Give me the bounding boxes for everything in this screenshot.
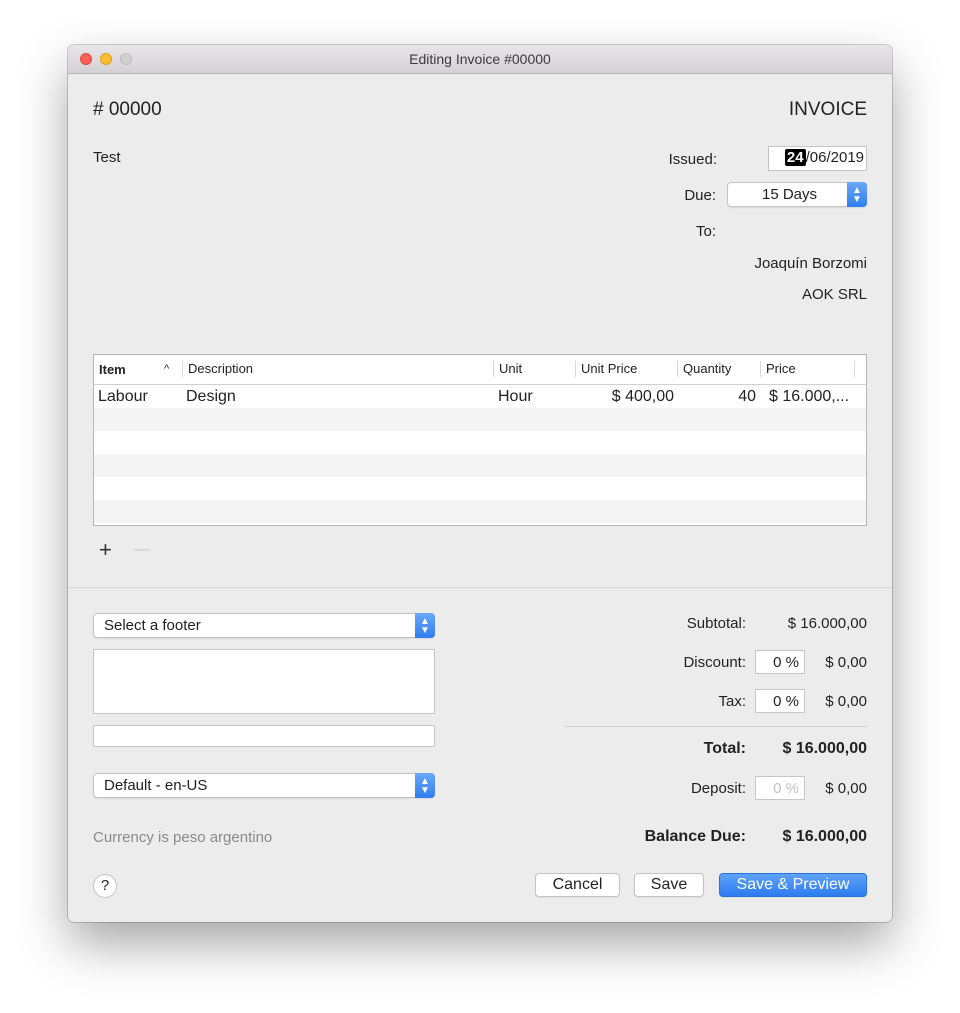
save-preview-button[interactable]: Save & Preview <box>719 873 867 897</box>
footer-select[interactable]: Select a footer ▲ ▼ <box>93 613 435 638</box>
table-row-empty <box>94 477 866 500</box>
due-label: Due: <box>684 187 716 204</box>
row-description[interactable]: Design <box>186 388 236 406</box>
document-type: INVOICE <box>788 99 867 120</box>
total-label: Total: <box>703 740 746 757</box>
invoice-number[interactable]: # 00000 <box>93 99 162 121</box>
invoice-subject[interactable]: Test <box>93 149 121 166</box>
remove-line-item-button[interactable]: — <box>134 541 150 559</box>
discount-label: Discount: <box>683 654 746 671</box>
section-divider <box>68 587 892 588</box>
issued-date-rest[interactable]: /06/2019 <box>806 149 864 166</box>
table-row-empty <box>94 454 866 477</box>
due-terms-value: 15 Days <box>762 186 818 203</box>
tax-percent-field[interactable]: 0 % <box>755 689 805 713</box>
sort-ascending-icon: ^ <box>164 363 170 375</box>
chevron-updown-icon: ▲ ▼ <box>415 773 435 798</box>
issued-day-segment[interactable]: 24 <box>784 149 806 166</box>
invoice-editor-window: Editing Invoice #00000 # 00000 INVOICE T… <box>68 45 892 922</box>
currency-note: Currency is peso argentino <box>93 829 273 846</box>
deposit-value: $ 0,00 <box>825 780 867 797</box>
line-items-table[interactable]: Item ^ Description Unit Unit Price Quant… <box>93 354 867 526</box>
subtotal-value: $ 16.000,00 <box>787 615 867 632</box>
window-title: Editing Invoice #00000 <box>409 51 551 67</box>
issued-label: Issued: <box>668 151 717 168</box>
column-header-item[interactable]: Item <box>99 362 126 377</box>
row-item[interactable]: Labour <box>98 388 148 406</box>
column-header-price[interactable]: Price <box>760 361 796 377</box>
row-unit-price[interactable]: $ 400,00 <box>612 388 674 406</box>
subtotal-label: Subtotal: <box>686 615 746 632</box>
footer-line-field[interactable] <box>93 725 435 747</box>
add-line-item-button[interactable]: + <box>99 537 112 563</box>
discount-value: $ 0,00 <box>825 654 867 671</box>
row-unit[interactable]: Hour <box>498 388 533 406</box>
title-bar[interactable]: Editing Invoice #00000 <box>68 45 892 74</box>
balance-due-label: Balance Due: <box>644 828 746 845</box>
table-row-empty <box>94 431 866 454</box>
chevron-updown-icon: ▲ ▼ <box>415 613 435 638</box>
locale-select-value: Default - en-US <box>104 777 208 794</box>
to-label: To: <box>695 223 716 240</box>
total-value: $ 16.000,00 <box>782 740 867 757</box>
deposit-percent-field[interactable]: 0 % <box>755 776 805 800</box>
column-header-unit-price[interactable]: Unit Price <box>575 361 637 377</box>
save-button[interactable]: Save <box>634 873 704 897</box>
chevron-updown-icon: ▲ ▼ <box>847 182 867 207</box>
discount-percent-field[interactable]: 0 % <box>755 650 805 674</box>
column-header-spacer <box>854 361 860 377</box>
footer-text-area[interactable] <box>93 649 435 714</box>
column-header-quantity[interactable]: Quantity <box>677 361 731 377</box>
due-terms-select[interactable]: 15 Days ▲ ▼ <box>727 182 867 207</box>
column-header-unit[interactable]: Unit <box>493 361 522 377</box>
table-row-empty <box>94 408 866 431</box>
column-header-description[interactable]: Description <box>182 361 253 377</box>
cancel-button[interactable]: Cancel <box>535 873 620 897</box>
table-row[interactable]: Labour Design Hour $ 400,00 40 $ 16.000,… <box>94 385 866 408</box>
table-header: Item ^ Description Unit Unit Price Quant… <box>94 355 866 385</box>
issued-date-field[interactable]: 24/06/2019 <box>768 146 867 171</box>
locale-select[interactable]: Default - en-US ▲ ▼ <box>93 773 435 798</box>
table-row-empty <box>94 500 866 523</box>
help-button[interactable]: ? <box>93 874 117 898</box>
tax-label: Tax: <box>718 693 746 710</box>
tax-value: $ 0,00 <box>825 693 867 710</box>
client-company[interactable]: AOK SRL <box>802 286 867 303</box>
row-quantity[interactable]: 40 <box>738 388 756 406</box>
totals-divider <box>565 726 867 727</box>
client-name[interactable]: Joaquín Borzomi <box>754 255 867 272</box>
deposit-label: Deposit: <box>690 780 746 797</box>
balance-due-value: $ 16.000,00 <box>782 828 867 845</box>
footer-select-value: Select a footer <box>104 617 201 634</box>
row-price[interactable]: $ 16.000,... <box>769 388 849 406</box>
